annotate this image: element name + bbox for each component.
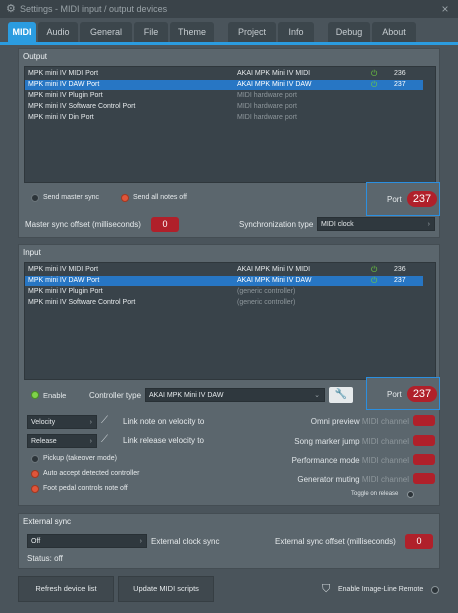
controller-type-dropdown[interactable]: AKAI MPK Mini IV DAW ⌄	[145, 388, 325, 402]
chevron-right-icon: ›	[89, 438, 92, 445]
link-icon[interactable]: ⟋	[101, 415, 108, 426]
list-item[interactable]: MPK mini IV MIDI Port AKAI MPK Mini IV M…	[25, 265, 435, 275]
shield-icon: ⛉	[322, 583, 331, 595]
list-item[interactable]: MPK mini IV Din Port MIDI hardware port	[25, 113, 435, 123]
title-bar: ⚙ Settings - MIDI input / output devices…	[0, 0, 458, 18]
send-master-sync-radio[interactable]	[31, 194, 39, 202]
external-clock-label: External clock sync	[151, 537, 220, 546]
output-section: Output MPK mini IV MIDI Port AKAI MPK Mi…	[18, 48, 440, 238]
tab-about[interactable]: About	[372, 22, 416, 42]
song-marker-channel[interactable]	[413, 435, 435, 446]
external-sync-section: External sync Off › External clock sync …	[18, 513, 440, 569]
sync-type-label: Synchronization type	[239, 220, 314, 229]
output-port-value[interactable]: 237	[407, 191, 437, 207]
power-icon[interactable]: ⏻	[371, 265, 377, 275]
input-port-label: Port	[387, 390, 402, 399]
enable-label: Enable	[43, 391, 67, 400]
input-port-value[interactable]: 237	[407, 386, 437, 402]
controller-type-label: Controller type	[89, 391, 142, 400]
release-dropdown[interactable]: Release ›	[27, 434, 97, 448]
chevron-right-icon: ›	[427, 221, 430, 228]
foot-pedal-label: Foot pedal controls note off	[43, 485, 128, 492]
list-item[interactable]: MPK mini IV Plugin Port MIDI hardware po…	[25, 91, 435, 101]
power-icon[interactable]: ⏻	[371, 276, 377, 286]
gear-icon: ⚙	[6, 3, 16, 15]
auto-accept-radio[interactable]	[31, 470, 39, 478]
list-item[interactable]: MPK mini IV Plugin Port (generic control…	[25, 287, 435, 297]
list-item[interactable]: MPK mini IV DAW Port AKAI MPK Mini IV DA…	[25, 80, 423, 90]
generator-muting-channel[interactable]	[413, 473, 435, 484]
chevron-down-icon: ⌄	[314, 392, 320, 399]
enable-radio[interactable]	[31, 391, 39, 399]
tab-theme[interactable]: Theme	[170, 22, 214, 42]
chevron-right-icon: ›	[89, 419, 92, 426]
generator-muting-row: Generator muting MIDI channel	[297, 475, 409, 484]
toggle-on-release-label: Toggle on release	[351, 491, 399, 497]
omni-preview-channel[interactable]	[413, 415, 435, 426]
tab-file[interactable]: File	[134, 22, 168, 42]
omni-preview-row: Omni preview MIDI channel	[310, 417, 409, 426]
input-device-list[interactable]: MPK mini IV MIDI Port AKAI MPK Mini IV M…	[24, 262, 436, 380]
pickup-radio[interactable]	[31, 455, 39, 463]
tab-general[interactable]: General	[80, 22, 132, 42]
link-release-label: Link release velocity to	[123, 436, 204, 445]
master-sync-offset-label: Master sync offset (milliseconds)	[25, 220, 141, 229]
foot-pedal-radio[interactable]	[31, 485, 39, 493]
input-title: Input	[23, 248, 41, 257]
output-port-box: Port 237	[366, 182, 440, 216]
external-sync-title: External sync	[23, 517, 72, 526]
power-icon[interactable]: ⏻	[371, 69, 377, 79]
list-item[interactable]: MPK mini IV MIDI Port AKAI MPK Mini IV M…	[25, 69, 435, 79]
send-all-notes-off-radio[interactable]	[121, 194, 129, 202]
wrench-icon[interactable]: 🔧	[329, 387, 353, 403]
output-port-label: Port	[387, 195, 402, 204]
external-sync-offset-label: External sync offset (milliseconds)	[275, 537, 396, 546]
performance-mode-row: Performance mode MIDI channel	[291, 456, 409, 465]
list-item[interactable]: MPK mini IV DAW Port AKAI MPK Mini IV DA…	[25, 276, 423, 286]
master-sync-offset-value[interactable]: 0	[151, 217, 179, 232]
toggle-on-release-radio[interactable]	[407, 491, 414, 498]
list-item[interactable]: MPK mini IV Software Control Port (gener…	[25, 298, 435, 308]
window-title: Settings - MIDI input / output devices	[20, 4, 168, 14]
external-sync-status: Status: off	[27, 554, 63, 563]
auto-accept-label: Auto accept detected controller	[43, 470, 140, 477]
enable-remote-radio[interactable]	[431, 586, 439, 594]
external-sync-dropdown[interactable]: Off ›	[27, 534, 147, 548]
velocity-dropdown[interactable]: Velocity ›	[27, 415, 97, 429]
refresh-device-list-button[interactable]: Refresh device list	[18, 576, 114, 602]
list-item[interactable]: MPK mini IV Software Control Port MIDI h…	[25, 102, 435, 112]
sync-type-dropdown[interactable]: MIDI clock ›	[317, 217, 435, 231]
update-midi-scripts-button[interactable]: Update MIDI scripts	[118, 576, 214, 602]
input-section: Input MPK mini IV MIDI Port AKAI MPK Min…	[18, 244, 440, 506]
send-master-sync-label: Send master sync	[43, 194, 100, 201]
tab-underline	[0, 42, 458, 45]
tab-info[interactable]: Info	[278, 22, 314, 42]
input-port-box: Port 237	[366, 377, 440, 410]
enable-remote-label: Enable Image-Line Remote	[338, 586, 424, 593]
power-icon[interactable]: ⏻	[371, 80, 377, 90]
link-icon[interactable]: ⟋	[101, 434, 108, 445]
tab-audio[interactable]: Audio	[38, 22, 78, 42]
external-sync-offset-value[interactable]: 0	[405, 534, 433, 549]
output-title: Output	[23, 52, 48, 61]
performance-mode-channel[interactable]	[413, 454, 435, 465]
song-marker-row: Song marker jump MIDI channel	[294, 437, 409, 446]
tab-debug[interactable]: Debug	[328, 22, 370, 42]
link-note-on-label: Link note on velocity to	[123, 417, 205, 426]
tab-midi[interactable]: MIDI	[8, 22, 36, 42]
send-all-notes-off-label: Send all notes off	[133, 194, 187, 201]
chevron-right-icon: ›	[139, 538, 142, 545]
pickup-label: Pickup (takeover mode)	[43, 455, 117, 462]
output-device-list[interactable]: MPK mini IV MIDI Port AKAI MPK Mini IV M…	[24, 66, 436, 183]
tab-project[interactable]: Project	[228, 22, 276, 42]
close-icon[interactable]: ×	[438, 2, 452, 16]
